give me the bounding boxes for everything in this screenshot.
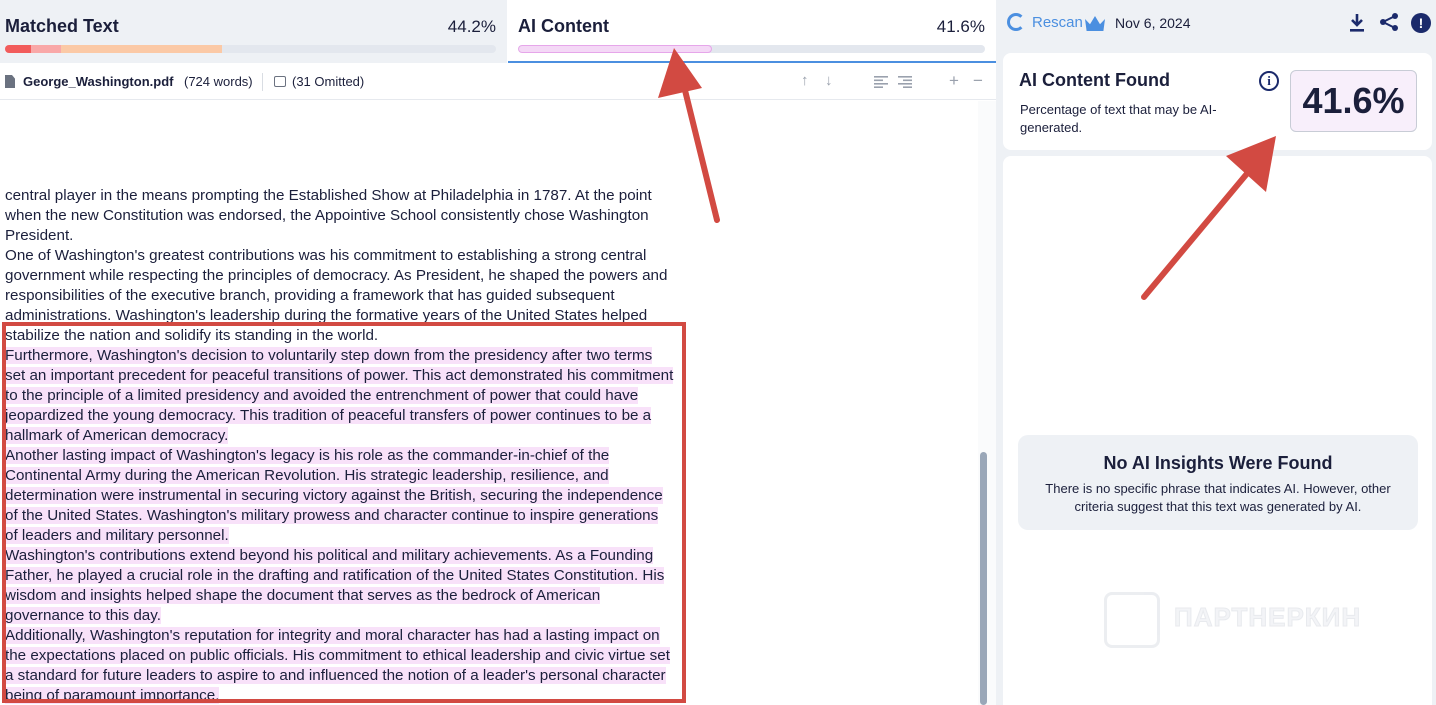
arrow-up-icon[interactable]: ↑ bbox=[801, 72, 809, 89]
text-paragraph: One of Washington's greatest contributio… bbox=[5, 247, 668, 344]
omitted-icon bbox=[274, 76, 286, 87]
tab-ai-content[interactable]: AI Content 41.6% bbox=[508, 0, 996, 63]
ai-highlight: Additionally, Washington's reputation fo… bbox=[5, 627, 670, 704]
report-left-pane: Matched Text 44.2% AI Content 41.6% Geor… bbox=[0, 0, 996, 705]
crown-icon bbox=[1085, 16, 1105, 31]
tab-ai-label: AI Content bbox=[518, 16, 609, 36]
omitted-count[interactable]: (31 Omitted) bbox=[292, 74, 364, 89]
ai-highlighted-paragraph[interactable]: Washington's contributions extend beyond… bbox=[5, 546, 675, 626]
tab-matched-percent: 44.2% bbox=[447, 17, 496, 36]
alert-icon[interactable]: ! bbox=[1411, 13, 1431, 33]
download-icon[interactable] bbox=[1349, 13, 1365, 33]
file-name: George_Washington.pdf bbox=[23, 74, 174, 89]
ai-highlighted-paragraph[interactable]: Furthermore, Washington's decision to vo… bbox=[5, 346, 675, 446]
rescan-button[interactable]: Rescan bbox=[1032, 14, 1083, 31]
zoom-out-icon[interactable]: − bbox=[973, 71, 983, 91]
ai-highlighted-paragraph[interactable]: Another lasting impact of Washington's l… bbox=[5, 446, 675, 546]
rescan-icon[interactable] bbox=[1007, 13, 1025, 31]
ai-content-card: AI Content Found Percentage of text that… bbox=[1003, 53, 1432, 150]
file-info-bar: George_Washington.pdf (724 words) (31 Om… bbox=[0, 64, 996, 100]
tab-matched-text[interactable]: Matched Text 44.2% bbox=[0, 0, 507, 63]
insights-empty-state: No AI Insights Were Found There is no sp… bbox=[1018, 435, 1418, 530]
tab-matched-label: Matched Text bbox=[5, 16, 119, 36]
matched-bar-segment-identical bbox=[5, 45, 32, 53]
scrollbar-thumb[interactable] bbox=[980, 452, 987, 705]
share-icon[interactable] bbox=[1379, 12, 1399, 32]
scan-date: Nov 6, 2024 bbox=[1115, 15, 1191, 31]
document-content: central player in the means prompting th… bbox=[5, 186, 675, 705]
text-paragraph: central player in the means prompting th… bbox=[5, 187, 652, 244]
document-icon bbox=[5, 75, 15, 88]
watermark-logo: ПАРТНЕРКИН bbox=[1104, 592, 1394, 662]
zoom-in-icon[interactable]: + bbox=[949, 71, 959, 91]
word-count: (724 words) bbox=[184, 74, 253, 89]
watermark-logo-icon bbox=[1104, 592, 1160, 648]
sidebar-header: Rescan Nov 6, 2024 ! bbox=[996, 0, 1436, 48]
ai-highlight: Another lasting impact of Washington's l… bbox=[5, 447, 663, 544]
divider bbox=[262, 73, 263, 91]
watermark-text: ПАРТНЕРКИН bbox=[1173, 602, 1362, 633]
matched-bar-segment-minor bbox=[31, 45, 62, 53]
tab-ai-percent: 41.6% bbox=[936, 17, 985, 36]
insights-description: There is no specific phrase that indicat… bbox=[1045, 481, 1391, 514]
align-right-icon[interactable] bbox=[898, 76, 912, 88]
ai-highlight: Washington's contributions extend beyond… bbox=[5, 547, 665, 624]
matched-progress-bar bbox=[5, 45, 496, 53]
arrow-down-icon[interactable]: ↓ bbox=[825, 72, 833, 89]
document-text-area[interactable]: central player in the means prompting th… bbox=[0, 101, 978, 705]
ai-insights-card: No AI Insights Were Found There is no sp… bbox=[1003, 156, 1432, 705]
align-left-icon[interactable] bbox=[874, 76, 888, 88]
insights-title: No AI Insights Were Found bbox=[1103, 453, 1333, 473]
ai-highlight: Furthermore, Washington's decision to vo… bbox=[5, 347, 674, 444]
ai-bar-fill bbox=[518, 45, 713, 53]
ai-score: 41.6% bbox=[1290, 70, 1417, 132]
matched-bar-segment-paraphrased bbox=[61, 45, 223, 53]
ai-card-title: AI Content Found bbox=[1019, 70, 1170, 90]
ai-progress-bar bbox=[518, 45, 985, 53]
report-sidebar: Rescan Nov 6, 2024 ! AI Content Found Pe… bbox=[996, 0, 1436, 705]
ai-highlighted-paragraph[interactable]: Additionally, Washington's reputation fo… bbox=[5, 626, 675, 705]
ai-card-description: Percentage of text that may be AI-genera… bbox=[1020, 102, 1217, 135]
info-icon[interactable]: i bbox=[1259, 71, 1279, 91]
